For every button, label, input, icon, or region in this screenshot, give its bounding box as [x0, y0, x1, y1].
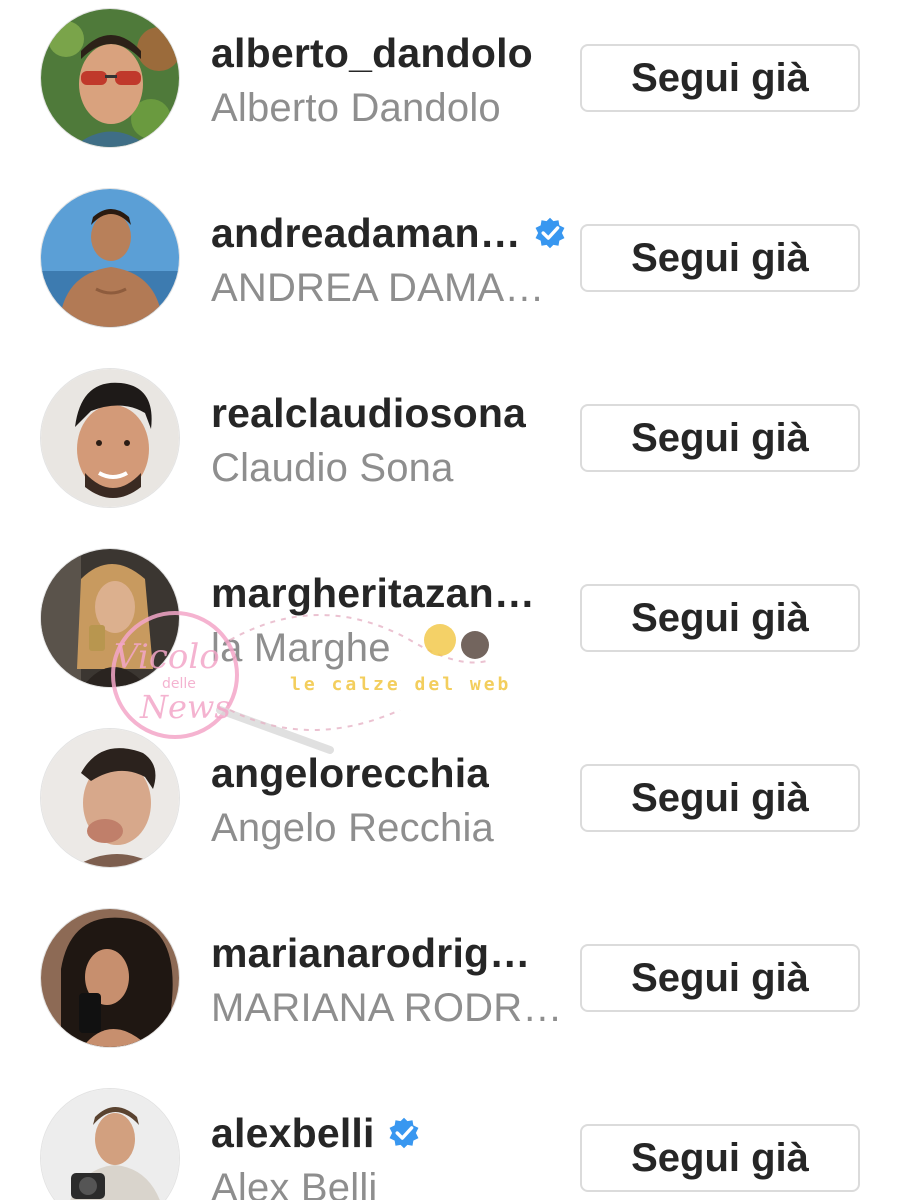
avatar[interactable]	[40, 908, 180, 1048]
full-name: Angelo Recchia	[211, 806, 494, 850]
following-button[interactable]: Segui già	[580, 44, 860, 112]
list-item[interactable]: alberto_dandolo Alberto Dandolo Segui gi…	[0, 0, 900, 180]
list-item[interactable]: alexbelli Alex Belli Segui già	[0, 1080, 900, 1200]
following-button[interactable]: Segui già	[580, 224, 860, 292]
list-item[interactable]: marianarodrigu… MARIANA RODR… Segui già	[0, 900, 900, 1080]
following-button[interactable]: Segui già	[580, 944, 860, 1012]
following-button[interactable]: Segui già	[580, 584, 860, 652]
avatar[interactable]	[40, 8, 180, 148]
username[interactable]: andreadaman…	[211, 210, 521, 257]
avatar[interactable]	[40, 188, 180, 328]
avatar[interactable]	[40, 1088, 180, 1200]
list-item[interactable]: realclaudiosona Claudio Sona Segui già	[0, 360, 900, 540]
full-name: la Marghe	[211, 626, 391, 670]
full-name: Alex Belli	[211, 1166, 378, 1200]
full-name: MARIANA RODR…	[211, 986, 563, 1030]
following-button[interactable]: Segui già	[580, 764, 860, 832]
following-list: alberto_dandolo Alberto Dandolo Segui gi…	[0, 0, 900, 1200]
username[interactable]: margheritazana…	[211, 570, 536, 617]
list-item[interactable]: margheritazana… la Marghe Segui già	[0, 540, 900, 720]
username[interactable]: alberto_dandolo	[211, 30, 533, 77]
following-button[interactable]: Segui già	[580, 404, 860, 472]
full-name: Alberto Dandolo	[211, 86, 501, 130]
full-name: Claudio Sona	[211, 446, 454, 490]
username[interactable]: realclaudiosona	[211, 390, 526, 437]
username[interactable]: angelorecchia	[211, 750, 489, 797]
verified-badge-icon	[389, 1117, 419, 1149]
list-item[interactable]: andreadaman… ANDREA DAMA… Segui già	[0, 180, 900, 360]
full-name: ANDREA DAMA…	[211, 266, 545, 310]
avatar[interactable]	[40, 368, 180, 508]
verified-badge-icon	[535, 217, 565, 249]
avatar[interactable]	[40, 728, 180, 868]
avatar[interactable]	[40, 548, 180, 688]
username[interactable]: alexbelli	[211, 1110, 375, 1157]
following-button[interactable]: Segui già	[580, 1124, 860, 1192]
username[interactable]: marianarodrigu…	[211, 930, 536, 977]
list-item[interactable]: angelorecchia Angelo Recchia Segui già	[0, 720, 900, 900]
